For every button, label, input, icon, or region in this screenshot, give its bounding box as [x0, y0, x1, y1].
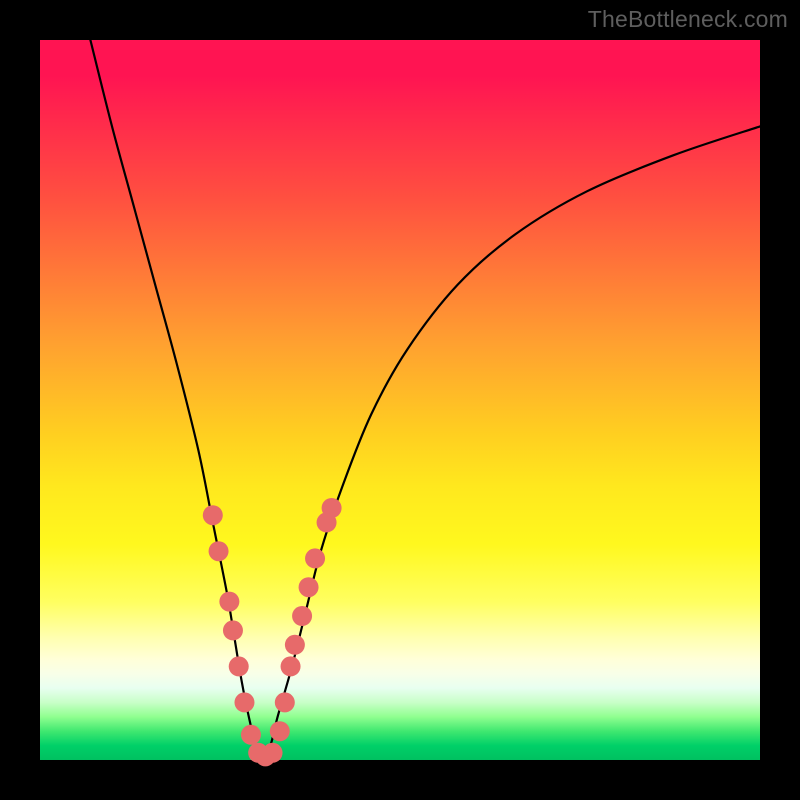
chart-plot-area	[40, 40, 760, 760]
curve-marker	[241, 725, 261, 745]
curve-marker	[305, 548, 325, 568]
curve-marker	[263, 743, 283, 763]
curve-markers	[203, 498, 342, 766]
curve-marker	[219, 592, 239, 612]
curve-marker	[292, 606, 312, 626]
attribution-text: TheBottleneck.com	[588, 6, 788, 33]
curve-marker	[281, 656, 301, 676]
curve-marker	[275, 692, 295, 712]
curve-marker	[209, 541, 229, 561]
curve-marker	[234, 692, 254, 712]
bottleneck-curve	[90, 40, 760, 756]
curve-marker	[270, 721, 290, 741]
curve-marker	[229, 656, 249, 676]
curve-marker	[322, 498, 342, 518]
curve-marker	[285, 635, 305, 655]
curve-marker	[203, 505, 223, 525]
curve-marker	[223, 620, 243, 640]
curve-marker	[299, 577, 319, 597]
bottleneck-curve-svg	[40, 40, 760, 760]
